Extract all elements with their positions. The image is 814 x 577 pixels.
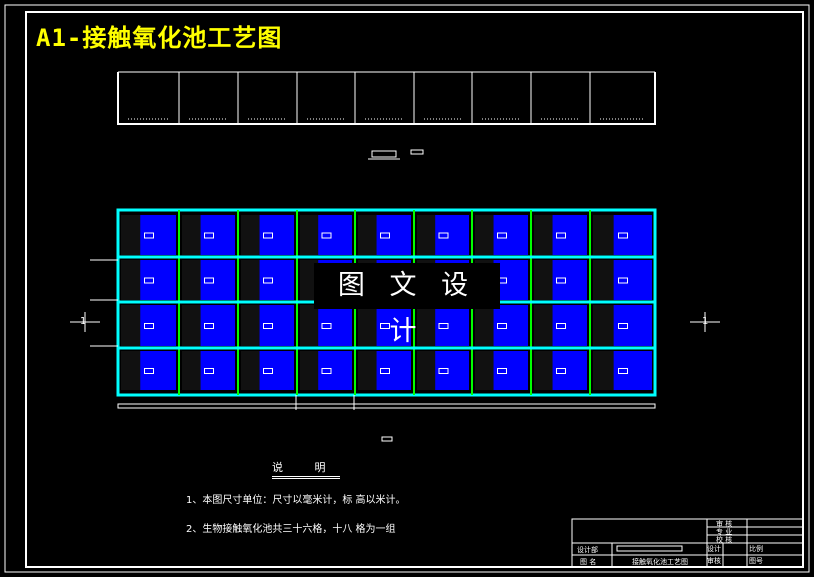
filler-media	[534, 260, 553, 300]
filler-media	[182, 215, 201, 255]
filler-media	[121, 305, 141, 346]
filler-media	[358, 215, 377, 255]
filler-media	[300, 305, 319, 346]
filler-media	[475, 351, 494, 390]
filler-media	[417, 351, 436, 390]
tb-design-dept: 设计部	[577, 546, 598, 554]
filler-media	[241, 305, 260, 346]
filler-media	[358, 305, 377, 346]
filler-media	[534, 305, 553, 346]
note-2: 2、生物接触氧化池共三十六格，十八 格为一组	[186, 524, 396, 535]
note-1: 1、本图尺寸单位：尺寸以毫米计，标 高以米计。	[186, 495, 406, 506]
section-view	[117, 71, 656, 125]
watermark: 图 文 设 计	[314, 263, 500, 347]
tb-name-label: 图 名	[580, 558, 597, 566]
filler-media	[241, 351, 260, 390]
tb-design: 设计	[707, 545, 721, 553]
filler-media	[593, 215, 614, 255]
tb-review-2: 审核	[707, 557, 721, 565]
filler-media	[300, 215, 319, 255]
filler-media	[417, 215, 436, 255]
filler-media	[121, 351, 141, 390]
filler-media	[593, 260, 614, 300]
filler-media	[182, 260, 201, 300]
drawing-title: A1-接触氧化池工艺图	[36, 24, 283, 52]
filler-media	[241, 215, 260, 255]
filler-media	[121, 260, 141, 300]
filler-media	[121, 215, 141, 255]
tb-drawing-name: 接触氧化池工艺图	[632, 558, 688, 566]
dimension-line	[117, 403, 656, 409]
tb-drawing-no: 图号	[749, 557, 763, 565]
filler-media	[475, 305, 494, 346]
filler-media	[241, 260, 260, 300]
filler-media	[182, 305, 201, 346]
tank-section-outline	[117, 72, 656, 125]
section-marker-left: 1	[80, 316, 86, 327]
filler-media	[534, 351, 553, 390]
filler-media	[534, 215, 553, 255]
filler-media	[300, 351, 319, 390]
filler-media	[182, 351, 201, 390]
filler-media	[358, 351, 377, 390]
tb-scale: 比例	[749, 545, 763, 553]
filler-media	[475, 215, 494, 255]
plan-view	[90, 208, 657, 409]
notes-heading: 说 明	[272, 459, 340, 479]
filler-media	[593, 351, 614, 390]
section-marker-right: 1	[702, 316, 708, 327]
filler-media	[593, 305, 614, 346]
